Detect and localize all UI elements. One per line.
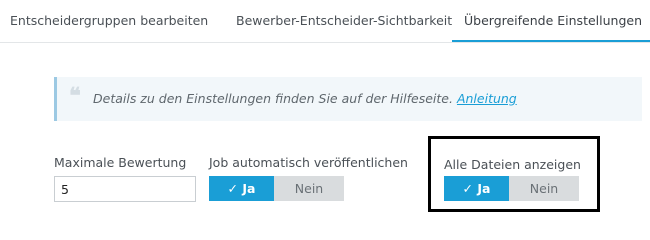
- show-all-files-no-label: Nein: [529, 181, 559, 196]
- info-callout: ❝ Details zu den Einstellungen finden Si…: [54, 77, 642, 121]
- job-publish-yes-label: Ja: [242, 181, 256, 196]
- manual-link[interactable]: Anleitung: [457, 91, 517, 106]
- job-publish-toggle: ✓ Ja Nein: [209, 176, 344, 201]
- job-publish-label: Job automatisch veröffentlichen: [209, 155, 408, 170]
- info-description: Details zu den Einstellungen finden Sie …: [93, 91, 453, 106]
- tab-bar: Entscheidergruppen bearbeiten Bewerber-E…: [0, 0, 650, 43]
- quote-icon: ❝: [69, 83, 81, 109]
- show-all-files-no-option[interactable]: Nein: [509, 176, 579, 201]
- tab-decider-groups[interactable]: Entscheidergruppen bearbeiten: [10, 0, 208, 41]
- show-all-files-yes-option[interactable]: ✓ Ja: [444, 176, 509, 201]
- show-all-files-label: Alle Dateien anzeigen: [444, 157, 581, 172]
- check-icon: ✓: [227, 181, 239, 196]
- tab-applicant-decider-visibility[interactable]: Bewerber-Entscheider-Sichtbarkeit: [236, 0, 452, 41]
- job-publish-no-option[interactable]: Nein: [274, 176, 344, 201]
- info-text: Details zu den Einstellungen finden Sie …: [93, 91, 517, 106]
- check-icon: ✓: [462, 181, 474, 196]
- max-rating-input[interactable]: [54, 176, 196, 202]
- max-rating-label: Maximale Bewertung: [54, 155, 187, 170]
- show-all-files-yes-label: Ja: [477, 181, 491, 196]
- job-publish-yes-option[interactable]: ✓ Ja: [209, 176, 274, 201]
- tab-global-settings[interactable]: Übergreifende Einstellungen: [452, 0, 650, 42]
- job-publish-no-label: Nein: [294, 181, 324, 196]
- show-all-files-toggle: ✓ Ja Nein: [444, 176, 579, 201]
